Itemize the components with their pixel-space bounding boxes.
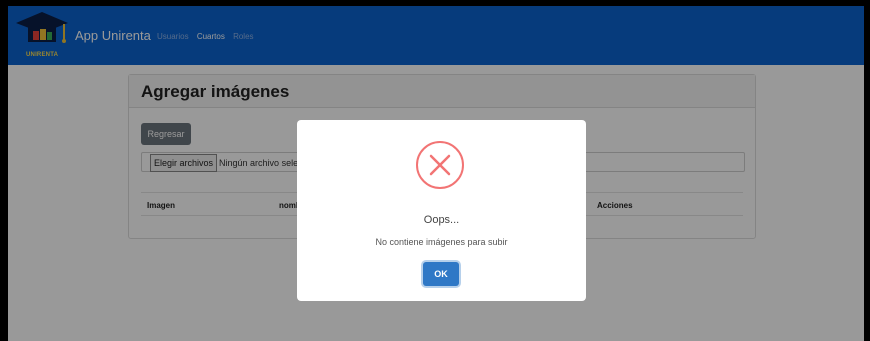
ok-button[interactable]: OK (423, 262, 459, 286)
alert-modal: Oops... No contiene imágenes para subir … (297, 120, 586, 301)
modal-overlay[interactable]: Oops... No contiene imágenes para subir … (8, 6, 864, 341)
error-x-icon (416, 141, 464, 189)
modal-message: No contiene imágenes para subir (375, 237, 508, 247)
modal-title: Oops... (423, 214, 460, 226)
close-x-icon (429, 154, 451, 176)
browser-frame: UNIRENTA App Unirenta Usuarios Cuartos R… (8, 6, 864, 341)
